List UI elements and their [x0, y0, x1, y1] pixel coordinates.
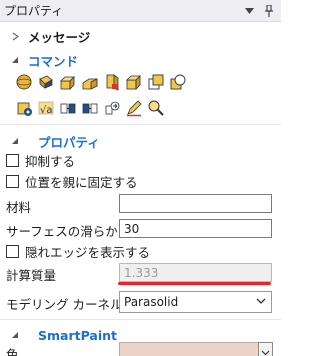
section-label: プロパティ	[38, 134, 100, 150]
collapse-arrow-icon[interactable]	[8, 331, 22, 339]
material-field[interactable]	[119, 194, 272, 213]
box-plane-icon[interactable]	[58, 72, 78, 92]
fix-position-label: 位置を親に固定する	[25, 174, 138, 190]
mass-label: 計算質量	[6, 268, 57, 283]
hidden-edges-checkbox[interactable]	[6, 244, 19, 258]
link-box-icon[interactable]	[58, 98, 78, 118]
section-label: メッセージ	[28, 29, 91, 45]
expand-arrow-icon[interactable]	[8, 32, 22, 41]
kernel-value: Parasolid	[124, 295, 179, 309]
dropdown-icon[interactable]	[241, 3, 257, 19]
command-toolbar-row-2: √a	[14, 98, 166, 118]
box-rect-icon[interactable]	[124, 72, 144, 92]
mass-field: 1.333	[119, 263, 272, 282]
suppress-label: 抑制する	[25, 153, 76, 169]
pin-icon[interactable]	[261, 3, 277, 19]
sphere-icon[interactable]	[14, 72, 34, 92]
kernel-label: モデリング カーネル	[6, 297, 123, 312]
panel-titlebar: プロパティ	[0, 0, 281, 22]
box-sketch-icon[interactable]	[102, 72, 122, 92]
smoothness-label: サーフェスの滑らかさ	[6, 224, 131, 239]
hidden-edges-row: 隠れエッジを表示する	[6, 241, 150, 261]
pencil-icon[interactable]	[124, 98, 144, 118]
magnify-icon[interactable]	[146, 98, 166, 118]
command-toolbar-row-1	[14, 72, 188, 92]
suppress-checkbox[interactable]	[6, 153, 19, 167]
smoothness-field[interactable]: 30	[119, 219, 272, 238]
section-smartpaint[interactable]: SmartPaint	[0, 326, 117, 344]
color-label: 色	[6, 347, 19, 356]
divider	[0, 124, 281, 125]
section-commands[interactable]: コマンド	[0, 51, 78, 69]
collapse-arrow-icon[interactable]	[8, 137, 22, 145]
svg-text:√a: √a	[40, 105, 53, 116]
hidden-edges-label: 隠れエッジを表示する	[25, 244, 151, 260]
gear-box-icon[interactable]	[14, 98, 34, 118]
section-properties[interactable]: プロパティ	[0, 132, 100, 150]
section-label: SmartPaint	[38, 327, 118, 343]
section-messages[interactable]: メッセージ	[0, 27, 90, 45]
suppress-row: 抑制する	[6, 150, 75, 170]
link-chain-icon[interactable]	[80, 98, 100, 118]
highlight-underline	[118, 282, 271, 285]
sqrt-icon[interactable]: √a	[36, 98, 56, 118]
color-dropdown-button[interactable]	[258, 342, 273, 356]
material-label: 材料	[6, 200, 32, 215]
divider	[0, 319, 281, 320]
chevron-down-icon[interactable]	[255, 295, 267, 310]
circle-box-icon[interactable]	[168, 72, 188, 92]
kernel-select[interactable]: Parasolid	[119, 291, 272, 313]
fix-position-row: 位置を親に固定する	[6, 171, 138, 191]
fix-position-checkbox[interactable]	[6, 174, 19, 188]
arrow-link-icon[interactable]	[102, 98, 122, 118]
color-swatch[interactable]	[119, 342, 259, 356]
panel-title: プロパティ	[4, 4, 64, 18]
section-label: コマンド	[28, 53, 79, 69]
collapse-arrow-icon[interactable]	[8, 56, 22, 64]
tilt-box-icon[interactable]	[36, 72, 56, 92]
box-shape-icon[interactable]	[80, 72, 100, 92]
stack-box-icon[interactable]	[146, 72, 166, 92]
